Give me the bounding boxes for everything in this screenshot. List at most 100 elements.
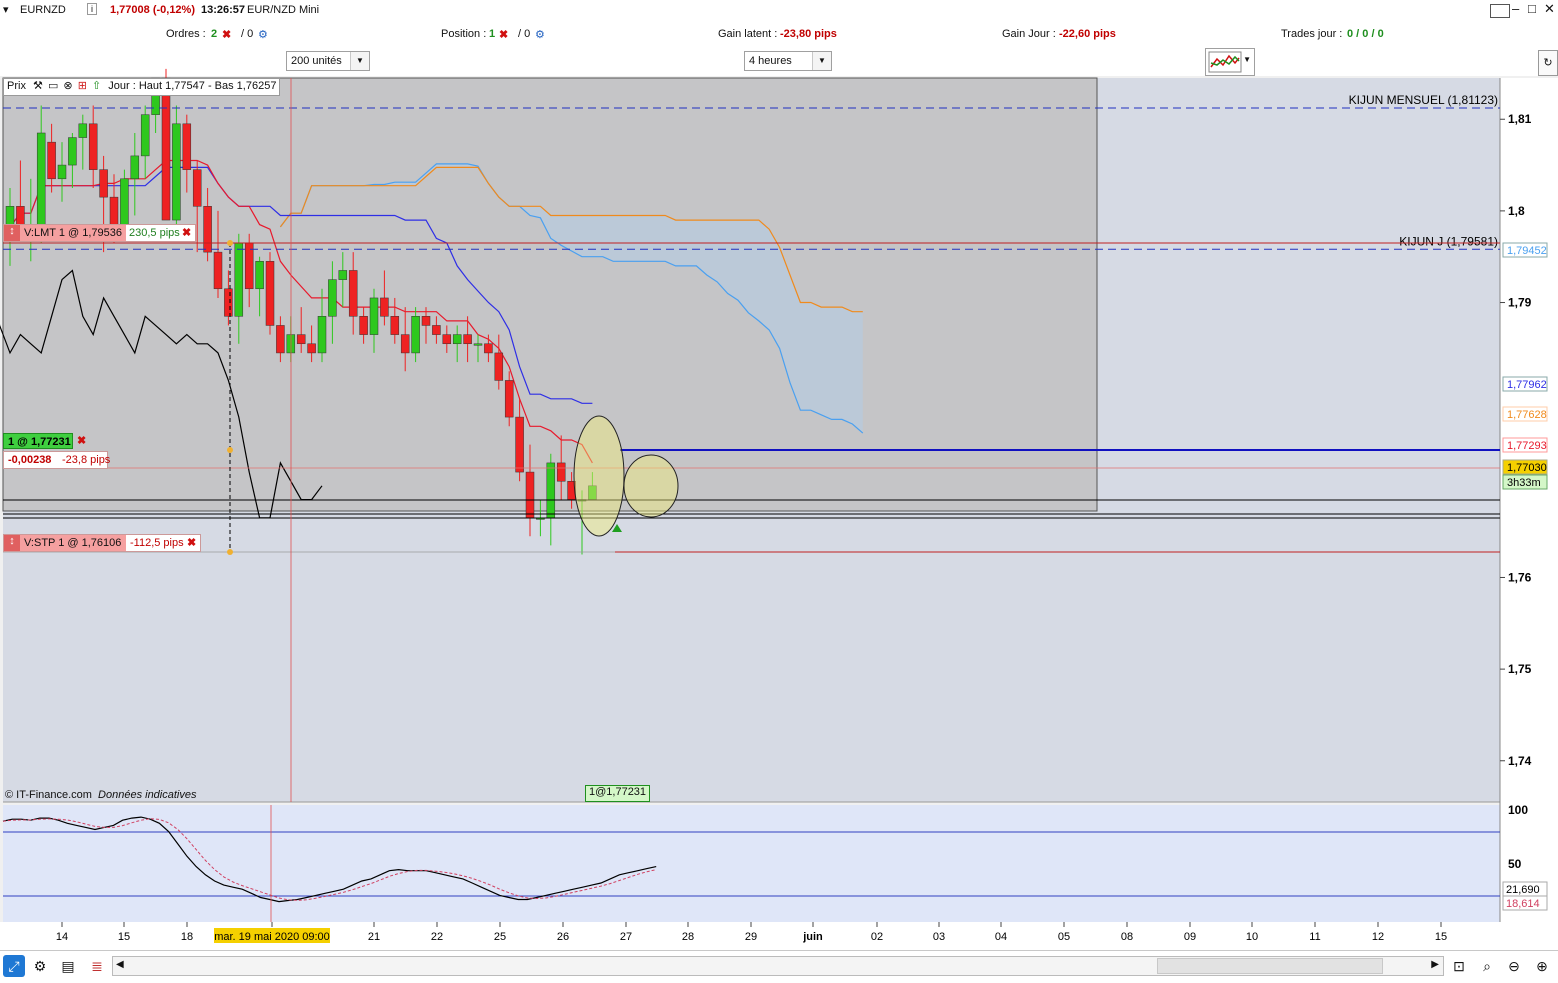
scroll-right-icon[interactable]: ▶ — [1431, 959, 1439, 970]
position-handle[interactable] — [227, 447, 233, 453]
position-pnl: -0,00238 — [8, 454, 52, 466]
x-tick-label: juin — [802, 931, 823, 943]
drag-handle-icon[interactable]: ↕ — [4, 535, 20, 551]
y-tick-label: 1,8 — [1508, 204, 1525, 218]
annotation-ellipse[interactable] — [623, 454, 679, 518]
candle-body — [359, 316, 368, 335]
copyright: © IT-Finance.com Données indicatives — [5, 789, 196, 801]
limit-handle[interactable] — [227, 240, 233, 246]
candle-body — [494, 352, 504, 381]
candle-body — [172, 123, 181, 221]
candle-body — [213, 251, 223, 290]
zoom-area-icon[interactable]: ⌕ — [1476, 955, 1498, 977]
price-axis-label: 1,77030 — [1507, 462, 1547, 474]
horizontal-scrollbar[interactable]: ◀ ▶ — [112, 956, 1444, 976]
candle-body — [296, 334, 306, 345]
limit-order-label: V:LMT 1 @ 1,79536 — [20, 225, 126, 241]
candle-body — [432, 325, 441, 335]
drag-handle-icon[interactable]: ↕ — [4, 225, 20, 241]
limit-order-pips: 230,5 pips — [129, 227, 180, 239]
limit-order-tag[interactable]: ↕ V:LMT 1 @ 1,79536 230,5 pips ✖ — [3, 224, 196, 242]
osc-value-label: 21,690 — [1506, 884, 1540, 896]
candle-body — [99, 169, 108, 198]
scroll-thumb[interactable] — [1157, 958, 1383, 974]
x-tick-label: 18 — [181, 931, 193, 943]
candle-body — [120, 178, 129, 225]
price-axis-label: 1,77628 — [1507, 409, 1547, 421]
x-tick-label: mar. 19 mai 2020 09:00 — [214, 931, 330, 943]
candle-body — [57, 164, 67, 180]
candle-body — [369, 297, 379, 335]
price-axis-label: 1,79452 — [1507, 245, 1547, 257]
y-tick-label: 1,74 — [1508, 754, 1532, 768]
candle-body — [68, 137, 77, 166]
entry-marker: 1@1,77231 — [585, 785, 651, 802]
kijun-level-label: KIJUN J (1,79581) — [1399, 234, 1498, 248]
candle-body — [234, 242, 244, 317]
x-tick-label: 03 — [933, 931, 945, 943]
candle-body — [36, 132, 46, 225]
position-pnl-tag: -0,00238 -23,8 pips — [3, 451, 111, 469]
candle-body — [140, 114, 150, 157]
add-icon[interactable]: ⊞ — [78, 80, 87, 92]
candle-body — [463, 334, 472, 345]
kijun-level-label: KIJUN MENSUEL (1,81123) — [1349, 93, 1498, 107]
layers-icon[interactable]: ≣ — [86, 955, 108, 977]
data-note: Données indicatives — [98, 789, 197, 801]
position-pips: -23,8 pips — [62, 454, 111, 466]
close-panel-icon[interactable]: ⊗ — [63, 80, 72, 92]
candle-body — [452, 334, 462, 345]
x-tick-label: 09 — [1184, 931, 1196, 943]
table-icon[interactable]: ▤ — [57, 955, 79, 977]
candle-body — [224, 288, 233, 317]
y-tick-label: 1,81 — [1508, 112, 1532, 126]
close-position-icon[interactable]: ✖ — [77, 434, 86, 447]
stop-order-pips: -112,5 pips — [130, 537, 184, 549]
zoom-in-icon[interactable]: ⊕ — [1531, 955, 1553, 977]
annotation-ellipse[interactable] — [573, 415, 625, 537]
y-tick-label: 1,76 — [1508, 570, 1532, 584]
candle-body — [182, 123, 192, 170]
candle-body — [473, 343, 483, 346]
x-tick-label: 21 — [368, 931, 380, 943]
cancel-limit-icon[interactable]: ✖ — [182, 226, 191, 239]
price-axis-label: 1,77962 — [1507, 379, 1547, 391]
candle-body — [442, 334, 452, 345]
candle-body — [161, 77, 171, 221]
indicator-icon[interactable]: ⚙ — [29, 955, 51, 977]
copyright-text: © IT-Finance.com — [5, 789, 92, 801]
stop-handle[interactable] — [227, 549, 233, 555]
y-tick-label: 1,79 — [1508, 296, 1532, 310]
cancel-stop-icon[interactable]: ✖ — [187, 536, 196, 549]
chart-canvas[interactable]: KIJUN MENSUEL (1,81123) KIJUN J (1,79581)… — [0, 0, 1558, 982]
oscillator-panel-bg — [3, 805, 1500, 922]
osc-value-label: 18,614 — [1506, 898, 1540, 910]
candle-body — [546, 462, 556, 519]
zoom-fit-icon[interactable]: ⊡ — [1448, 955, 1470, 977]
candle-body — [255, 261, 264, 290]
candle-body — [338, 270, 348, 280]
up-icon[interactable]: ⇧ — [92, 80, 101, 92]
y-tick-label: 1,75 — [1508, 662, 1532, 676]
candle-body — [307, 343, 316, 354]
candle-body — [400, 334, 410, 354]
candle-body — [317, 316, 327, 354]
stop-order-label: V:STP 1 @ 1,76106 — [20, 535, 126, 551]
candle-body — [192, 169, 202, 207]
wrench-icon[interactable]: ⚒ — [33, 80, 43, 92]
price-axis-label: 3h33m — [1507, 477, 1541, 489]
scroll-left-icon[interactable]: ◀ — [116, 959, 124, 970]
x-tick-label: 15 — [118, 931, 130, 943]
position-tag[interactable]: 1 @ 1,77231 ✖ — [3, 433, 91, 451]
position-tag-label: 1 @ 1,77231 — [3, 433, 73, 449]
x-tick-label: 28 — [682, 931, 694, 943]
zoom-out-icon[interactable]: ⊖ — [1503, 955, 1525, 977]
x-tick-label: 15 — [1435, 931, 1447, 943]
candle-body — [380, 297, 389, 317]
window-icon[interactable]: ▭ — [48, 80, 58, 92]
share-icon[interactable]: ⤢ — [3, 955, 25, 977]
candle-body — [130, 155, 140, 180]
candle-body — [421, 316, 431, 326]
x-tick-label: 27 — [620, 931, 632, 943]
stop-order-tag[interactable]: ↕ V:STP 1 @ 1,76106 -112,5 pips ✖ — [3, 534, 201, 552]
